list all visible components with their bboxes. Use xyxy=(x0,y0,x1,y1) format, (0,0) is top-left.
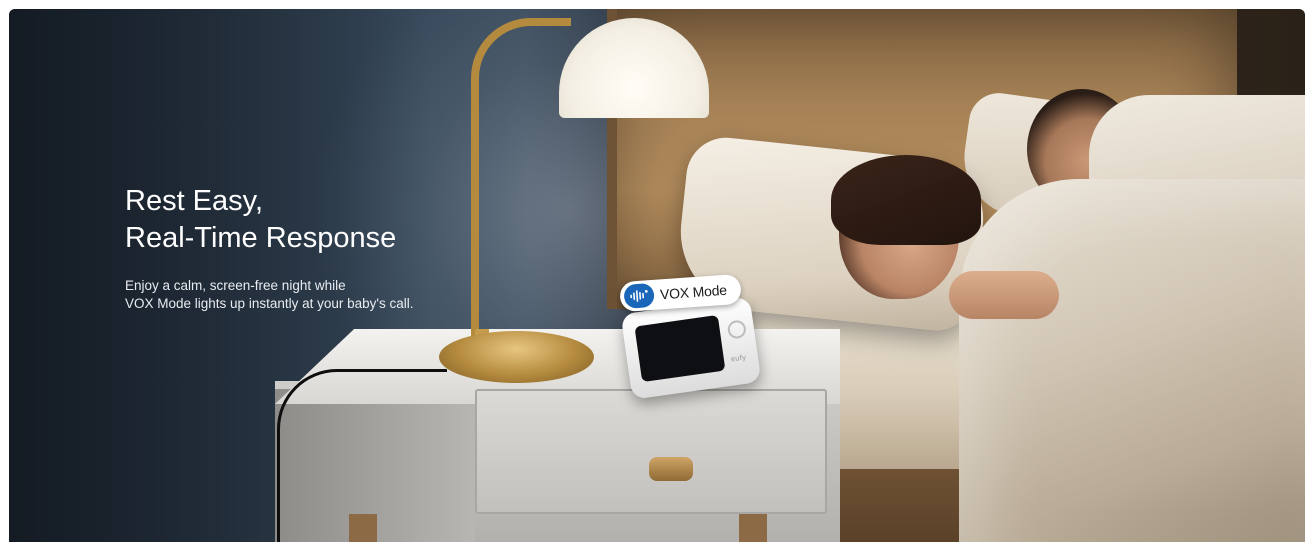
hero-banner: eufy VOX Mode Rest Easy, Real-Time Respo… xyxy=(9,9,1305,542)
subtext-line-2: VOX Mode lights up instantly at your bab… xyxy=(125,296,414,311)
duvet xyxy=(959,179,1305,542)
nightstand-leg xyxy=(739,514,767,542)
nightstand-drawer xyxy=(475,389,827,514)
vox-mode-label: VOX Mode xyxy=(659,281,728,303)
page-frame: eufy VOX Mode Rest Easy, Real-Time Respo… xyxy=(0,0,1313,542)
subtext-line-1: Enjoy a calm, screen-free night while xyxy=(125,278,346,293)
headline-line-1: Rest Easy, xyxy=(125,185,264,217)
woman-hand xyxy=(949,271,1059,319)
baby-monitor: eufy xyxy=(620,296,762,400)
sound-wave-icon xyxy=(623,282,655,309)
hero-subtext: Enjoy a calm, screen-free night while VO… xyxy=(125,277,413,313)
monitor-dial xyxy=(726,319,748,340)
monitor-logo: eufy xyxy=(730,353,747,364)
lamp-arm xyxy=(471,18,571,348)
headline-line-2: Real-Time Response xyxy=(125,222,397,254)
lamp-base xyxy=(439,331,594,383)
monitor-screen xyxy=(634,314,726,383)
hero-headline: Rest Easy, Real-Time Response xyxy=(125,183,396,257)
woman-hair xyxy=(831,155,981,245)
lamp-cable xyxy=(277,369,447,542)
drawer-knob xyxy=(649,457,693,481)
